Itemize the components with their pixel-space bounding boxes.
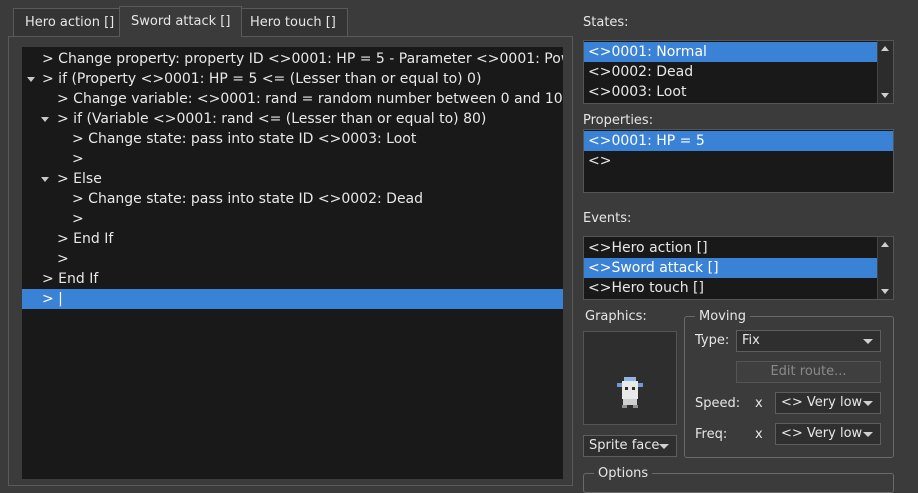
command-line[interactable]: > [22, 209, 563, 229]
tab-sword-attack[interactable]: Sword attack [] [119, 6, 243, 37]
speed-multiplier: x [755, 396, 763, 411]
chevron-down-icon [659, 444, 669, 449]
list-item[interactable]: <>Hero action [] [584, 238, 878, 258]
command-line[interactable]: > End If [22, 269, 563, 289]
command-text: > if (Variable <>0001: rand <= (Lesser t… [57, 111, 487, 127]
chevron-down-icon [863, 401, 873, 406]
speed-value: <> Very low [781, 395, 863, 410]
hero-sprite-icon [617, 377, 643, 408]
states-list[interactable]: <>0001: Normal <>0002: Dead <>0003: Loot [583, 40, 894, 104]
list-item[interactable]: <>0001: HP = 5 [584, 131, 893, 151]
list-item[interactable]: <> [584, 151, 893, 171]
chevron-down-icon [863, 432, 873, 437]
command-text: > End If [57, 231, 114, 247]
command-line[interactable]: > if (Property <>0001: HP = 5 <= (Lesser… [22, 69, 563, 89]
list-item[interactable]: <>Hero touch [] [584, 278, 878, 298]
events-list[interactable]: <>Hero action [] <>Sword attack [] <>Her… [583, 236, 894, 300]
speed-select[interactable]: <> Very low [775, 392, 881, 414]
command-text: > [72, 151, 84, 167]
command-text: > Change state: pass into state ID <>000… [72, 191, 424, 207]
command-text: > | [42, 291, 63, 307]
sprite-type-select[interactable]: Sprite face [583, 435, 677, 457]
properties-list[interactable]: <>0001: HP = 5 <> [583, 129, 894, 193]
moving-type-value: Fix [742, 333, 760, 348]
edit-route-button[interactable]: Edit route... [736, 361, 881, 383]
command-text: > if (Property <>0001: HP = 5 <= (Lesser… [42, 71, 482, 87]
collapse-arrow-icon[interactable] [41, 117, 49, 122]
graphics-label: Graphics: [585, 309, 647, 324]
scroll-down-icon[interactable] [881, 93, 889, 98]
freq-value: <> Very low [781, 426, 863, 441]
command-line[interactable]: > Change variable: <>0001: rand = random… [22, 89, 563, 109]
command-line[interactable]: > Else [22, 169, 563, 189]
list-item[interactable]: <>0001: Normal [584, 42, 878, 62]
command-line[interactable]: > Change state: pass into state ID <>000… [22, 189, 563, 209]
event-command-editor[interactable]: > Change property: property ID <>0001: H… [22, 47, 563, 479]
freq-select[interactable]: <> Very low [775, 423, 881, 445]
collapse-arrow-icon[interactable] [41, 177, 49, 182]
freq-label: Freq: [695, 427, 728, 442]
command-line-selected[interactable]: > | [22, 289, 563, 309]
list-item[interactable]: <>0003: Loot [584, 82, 878, 102]
scroll-up-icon[interactable] [881, 242, 889, 247]
graphic-preview[interactable] [583, 331, 677, 425]
tab-hero-action[interactable]: Hero action [] [13, 8, 127, 36]
speed-label: Speed: [695, 396, 741, 411]
states-label: States: [583, 15, 629, 30]
sprite-type-value: Sprite face [589, 438, 660, 453]
command-line[interactable]: > [22, 149, 563, 169]
scrollbar[interactable] [877, 237, 893, 299]
scroll-up-icon[interactable] [881, 46, 889, 51]
freq-multiplier: x [755, 427, 763, 442]
command-line[interactable]: > End If [22, 229, 563, 249]
command-text: > [72, 211, 84, 227]
command-text: > Change property: property ID <>0001: H… [42, 51, 563, 67]
list-item[interactable]: <>0002: Dead [584, 62, 878, 82]
scrollbar[interactable] [877, 41, 893, 103]
command-line[interactable]: > Change state: pass into state ID <>000… [22, 129, 563, 149]
type-label: Type: [695, 333, 730, 348]
command-text: > Change state: pass into state ID <>000… [72, 131, 417, 147]
command-text: > [57, 251, 69, 267]
command-line[interactable]: > if (Variable <>0001: rand <= (Lesser t… [22, 109, 563, 129]
properties-label: Properties: [583, 113, 654, 128]
moving-group-title: Moving [695, 309, 750, 324]
command-text: > Change variable: <>0001: rand = random… [57, 91, 563, 107]
tab-hero-touch[interactable]: Hero touch [] [238, 8, 348, 36]
command-text: > Else [57, 171, 102, 187]
scroll-down-icon[interactable] [881, 289, 889, 294]
events-label: Events: [583, 211, 632, 226]
command-line[interactable]: > [22, 249, 563, 269]
command-line[interactable]: > Change property: property ID <>0001: H… [22, 49, 563, 69]
collapse-arrow-icon[interactable] [27, 77, 35, 82]
list-item[interactable]: <>Sword attack [] [584, 258, 878, 278]
chevron-down-icon [863, 339, 873, 344]
command-text: > End If [42, 271, 99, 287]
moving-type-select[interactable]: Fix [736, 330, 881, 352]
